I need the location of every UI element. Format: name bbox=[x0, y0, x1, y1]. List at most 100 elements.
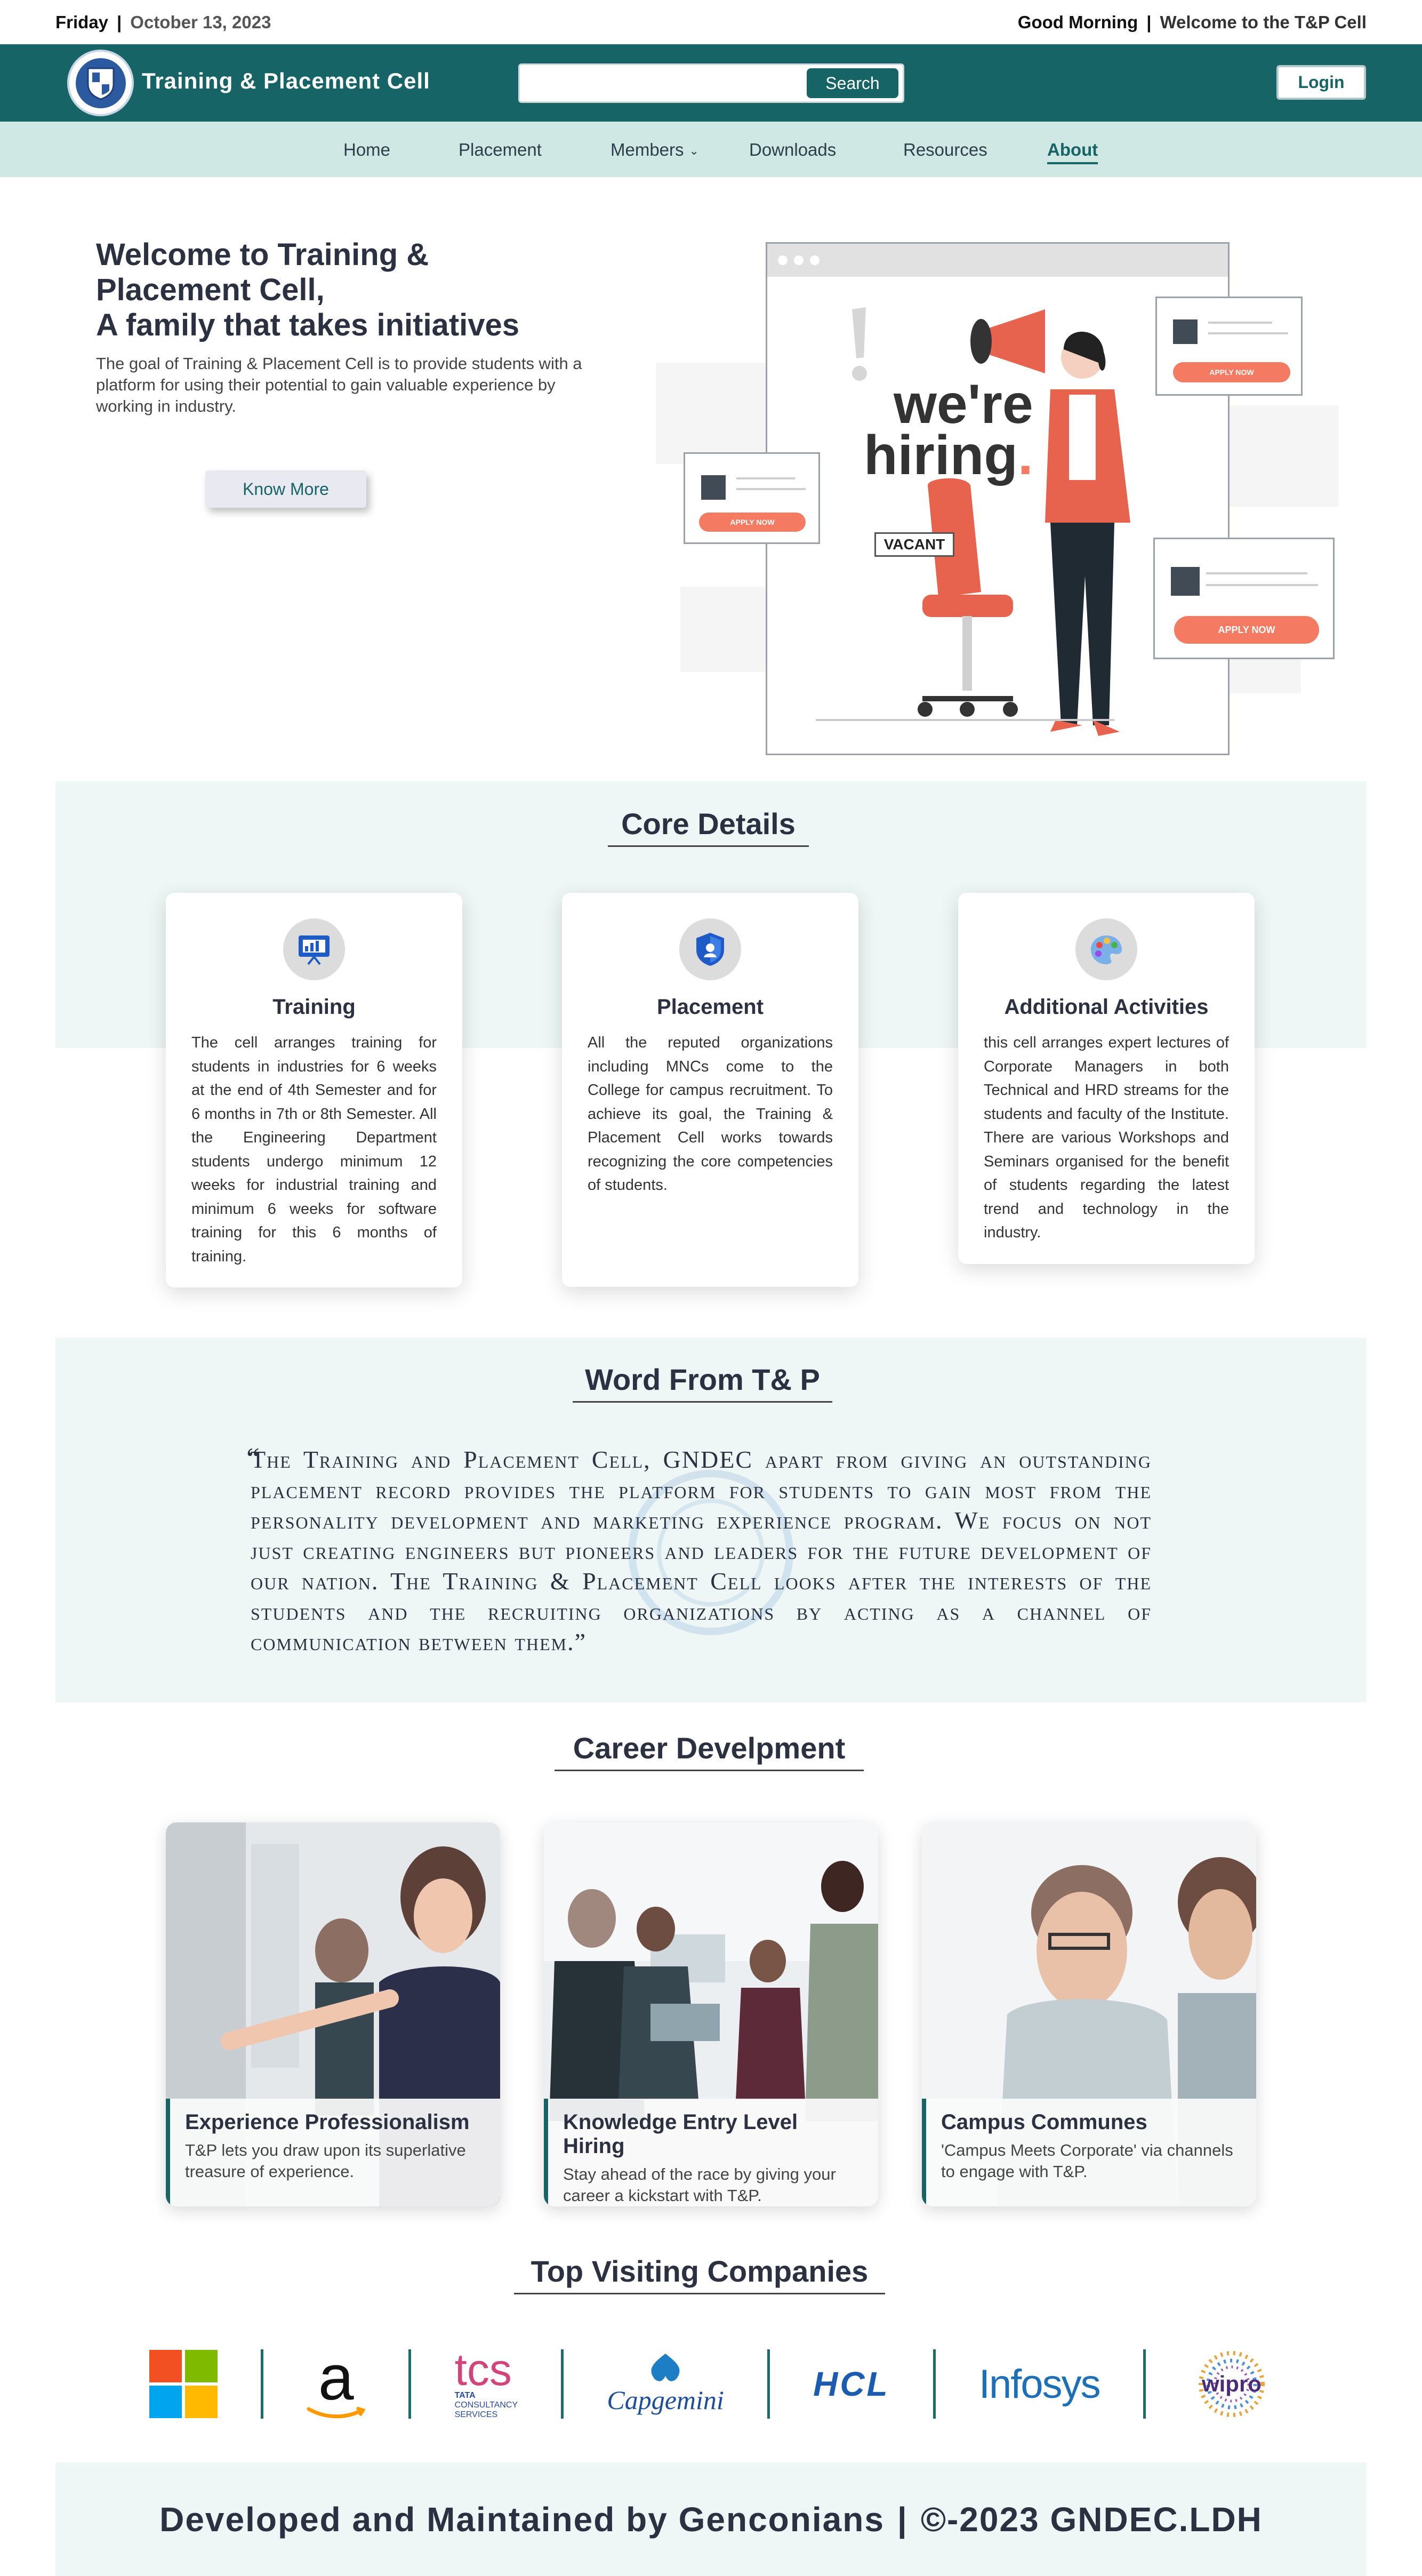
footer-copyright: -2023 GNDEC.LDH bbox=[946, 2500, 1263, 2539]
hero-title-line: Welcome to Training & bbox=[96, 237, 429, 272]
career-card-text: T&P lets you draw upon its superlative t… bbox=[185, 2141, 466, 2181]
hero-title-line: Placement Cell, bbox=[96, 273, 325, 307]
card-text: The cell arranges training for students … bbox=[191, 1034, 437, 1265]
copyright-icon: © bbox=[920, 2500, 947, 2539]
top-info-bar: Friday | October 13, 2023 Good Morning |… bbox=[0, 0, 1422, 44]
logo-divider bbox=[261, 2349, 264, 2419]
placement-card: Placement All the reputed organizations … bbox=[562, 893, 858, 1287]
floor-line bbox=[816, 719, 1114, 721]
woman-with-megaphone-icon bbox=[970, 309, 1130, 736]
apply-card-avatar bbox=[1173, 319, 1198, 344]
browser-bar bbox=[767, 244, 1228, 277]
crest-icon bbox=[73, 55, 128, 110]
main-nav: Home Placement Members ⌄ Downloads Resour… bbox=[0, 122, 1422, 177]
ghost-card bbox=[1226, 405, 1338, 507]
hero-description: The goal of Training & Placement Cell is… bbox=[96, 354, 582, 415]
card-title: Additional Activities bbox=[1004, 995, 1209, 1019]
tcs-logo[interactable]: tcs TATA CONSULTANCY SERVICES bbox=[455, 2347, 518, 2421]
apply-card-line bbox=[1208, 332, 1288, 334]
shield-icon bbox=[679, 918, 741, 980]
infosys-wordmark: Infosys bbox=[978, 2361, 1101, 2407]
career-card-text: 'Campus Meets Corporate' via channels to… bbox=[941, 2141, 1233, 2181]
login-button[interactable]: Login bbox=[1276, 65, 1366, 100]
card-text: All the reputed organizations including … bbox=[588, 1034, 833, 1194]
career-title: Career Develpment bbox=[555, 1731, 864, 1771]
hcl-logo[interactable]: HCL bbox=[813, 2347, 890, 2421]
company-logos: a tcs TATA CONSULTANCY SERVICES Capgemin… bbox=[149, 2344, 1274, 2424]
apply-card: APPLY NOW bbox=[1155, 297, 1303, 396]
nav-item-home[interactable]: Home bbox=[343, 140, 390, 160]
greeting-label: Good Morning bbox=[1017, 12, 1138, 32]
nav-item-members[interactable]: Members ⌄ bbox=[610, 140, 699, 160]
footer-text: Developed and Maintained by Genconians bbox=[159, 2500, 885, 2539]
site-header: Training & Placement Cell Search Login bbox=[0, 44, 1422, 122]
apply-card-line bbox=[736, 488, 806, 490]
logo-divider bbox=[1143, 2349, 1146, 2419]
core-details-title: Core Details bbox=[608, 806, 809, 847]
browser-dot bbox=[810, 255, 820, 265]
vacant-sign: VACANT bbox=[874, 532, 954, 557]
presentation-board-icon bbox=[283, 918, 345, 980]
site-footer: Developed and Maintained by Genconians |… bbox=[55, 2462, 1367, 2576]
microsoft-logo[interactable] bbox=[149, 2347, 218, 2421]
nav-item-downloads[interactable]: Downloads bbox=[749, 140, 836, 160]
apply-now-button: APPLY NOW bbox=[1174, 616, 1319, 644]
apply-card: APPLY NOW bbox=[1153, 538, 1335, 659]
capgemini-logo[interactable]: Capgemini bbox=[607, 2347, 724, 2421]
nav-item-resources[interactable]: Resources bbox=[903, 140, 987, 160]
career-card-experience[interactable]: Experience Professionalism T&P lets you … bbox=[166, 1822, 500, 2206]
wipro-logo[interactable]: wipro bbox=[1189, 2347, 1274, 2421]
tcs-sub: SERVICES bbox=[454, 2410, 498, 2419]
nav-item-members-label: Members bbox=[610, 140, 684, 159]
ghost-card bbox=[656, 363, 768, 464]
know-more-button[interactable]: Know More bbox=[205, 470, 366, 508]
career-card-title: Campus Communes bbox=[941, 2110, 1147, 2134]
career-card-knowledge[interactable]: Knowledge Entry Level Hiring Stay ahead … bbox=[544, 1822, 878, 2206]
amazon-logo[interactable]: a bbox=[307, 2342, 366, 2421]
college-logo[interactable] bbox=[67, 50, 134, 116]
career-caption: Campus Communes 'Campus Meets Corporate'… bbox=[922, 2099, 1256, 2206]
date-group: Friday | October 13, 2023 bbox=[55, 12, 271, 33]
companies-title: Top Visiting Companies bbox=[514, 2254, 885, 2294]
card-text: this cell arranges expert lectures of Co… bbox=[984, 1034, 1229, 1241]
separator: | bbox=[117, 12, 122, 32]
amazon-letter: a bbox=[318, 2342, 354, 2413]
apply-card-avatar bbox=[701, 475, 726, 500]
day-label: Friday bbox=[55, 12, 109, 32]
nav-item-placement[interactable]: Placement bbox=[459, 140, 542, 160]
tcs-sub: CONSULTANCY bbox=[454, 2401, 518, 2410]
chevron-down-icon: ⌄ bbox=[689, 144, 699, 158]
word-title: Word From T& P bbox=[573, 1362, 832, 1403]
greeting-group: Good Morning | Welcome to the T&P Cell bbox=[1018, 12, 1367, 33]
career-card-title: Knowledge Entry Level Hiring bbox=[563, 2110, 798, 2158]
date-label: October 13, 2023 bbox=[130, 12, 271, 32]
apply-now-button: APPLY NOW bbox=[1173, 362, 1290, 382]
career-card-campus[interactable]: Campus Communes 'Campus Meets Corporate'… bbox=[922, 1822, 1256, 2206]
hero-title: Welcome to Training & Placement Cell, A … bbox=[96, 237, 629, 343]
browser-dot bbox=[794, 255, 804, 265]
hiring-illustration: we're hiring. VACANT APPLY NOW APPLY NOW bbox=[656, 240, 1344, 757]
search-input[interactable] bbox=[527, 69, 789, 97]
career-card-title: Experience Professionalism bbox=[185, 2110, 470, 2134]
infosys-logo[interactable]: Infosys bbox=[978, 2347, 1101, 2421]
footer-separator: | bbox=[897, 2500, 908, 2539]
director-quote: The Training and Placement Cell, GNDEC a… bbox=[251, 1446, 1152, 1655]
browser-dot bbox=[778, 255, 788, 265]
logo-divider bbox=[408, 2349, 412, 2419]
capgemini-wordmark: Capgemini bbox=[607, 2385, 724, 2415]
apply-card-avatar bbox=[1171, 567, 1200, 596]
training-card: Training The cell arranges training for … bbox=[166, 893, 462, 1287]
logo-divider bbox=[933, 2349, 936, 2419]
hcl-wordmark: HCL bbox=[813, 2365, 890, 2403]
logo-divider bbox=[767, 2349, 770, 2419]
site-brand[interactable]: Training & Placement Cell bbox=[142, 68, 430, 94]
card-title: Training bbox=[272, 995, 356, 1019]
additional-activities-card: Additional Activities this cell arranges… bbox=[958, 893, 1255, 1264]
capgemini-spade-icon bbox=[651, 2354, 680, 2381]
hero-title-line: A family that takes initiatives bbox=[96, 308, 520, 342]
apply-card: APPLY NOW bbox=[684, 452, 820, 544]
nav-item-about[interactable]: About bbox=[1047, 140, 1098, 164]
search-button[interactable]: Search bbox=[807, 68, 898, 98]
amazon-smile-icon bbox=[307, 2407, 366, 2419]
palette-icon bbox=[1075, 918, 1137, 980]
